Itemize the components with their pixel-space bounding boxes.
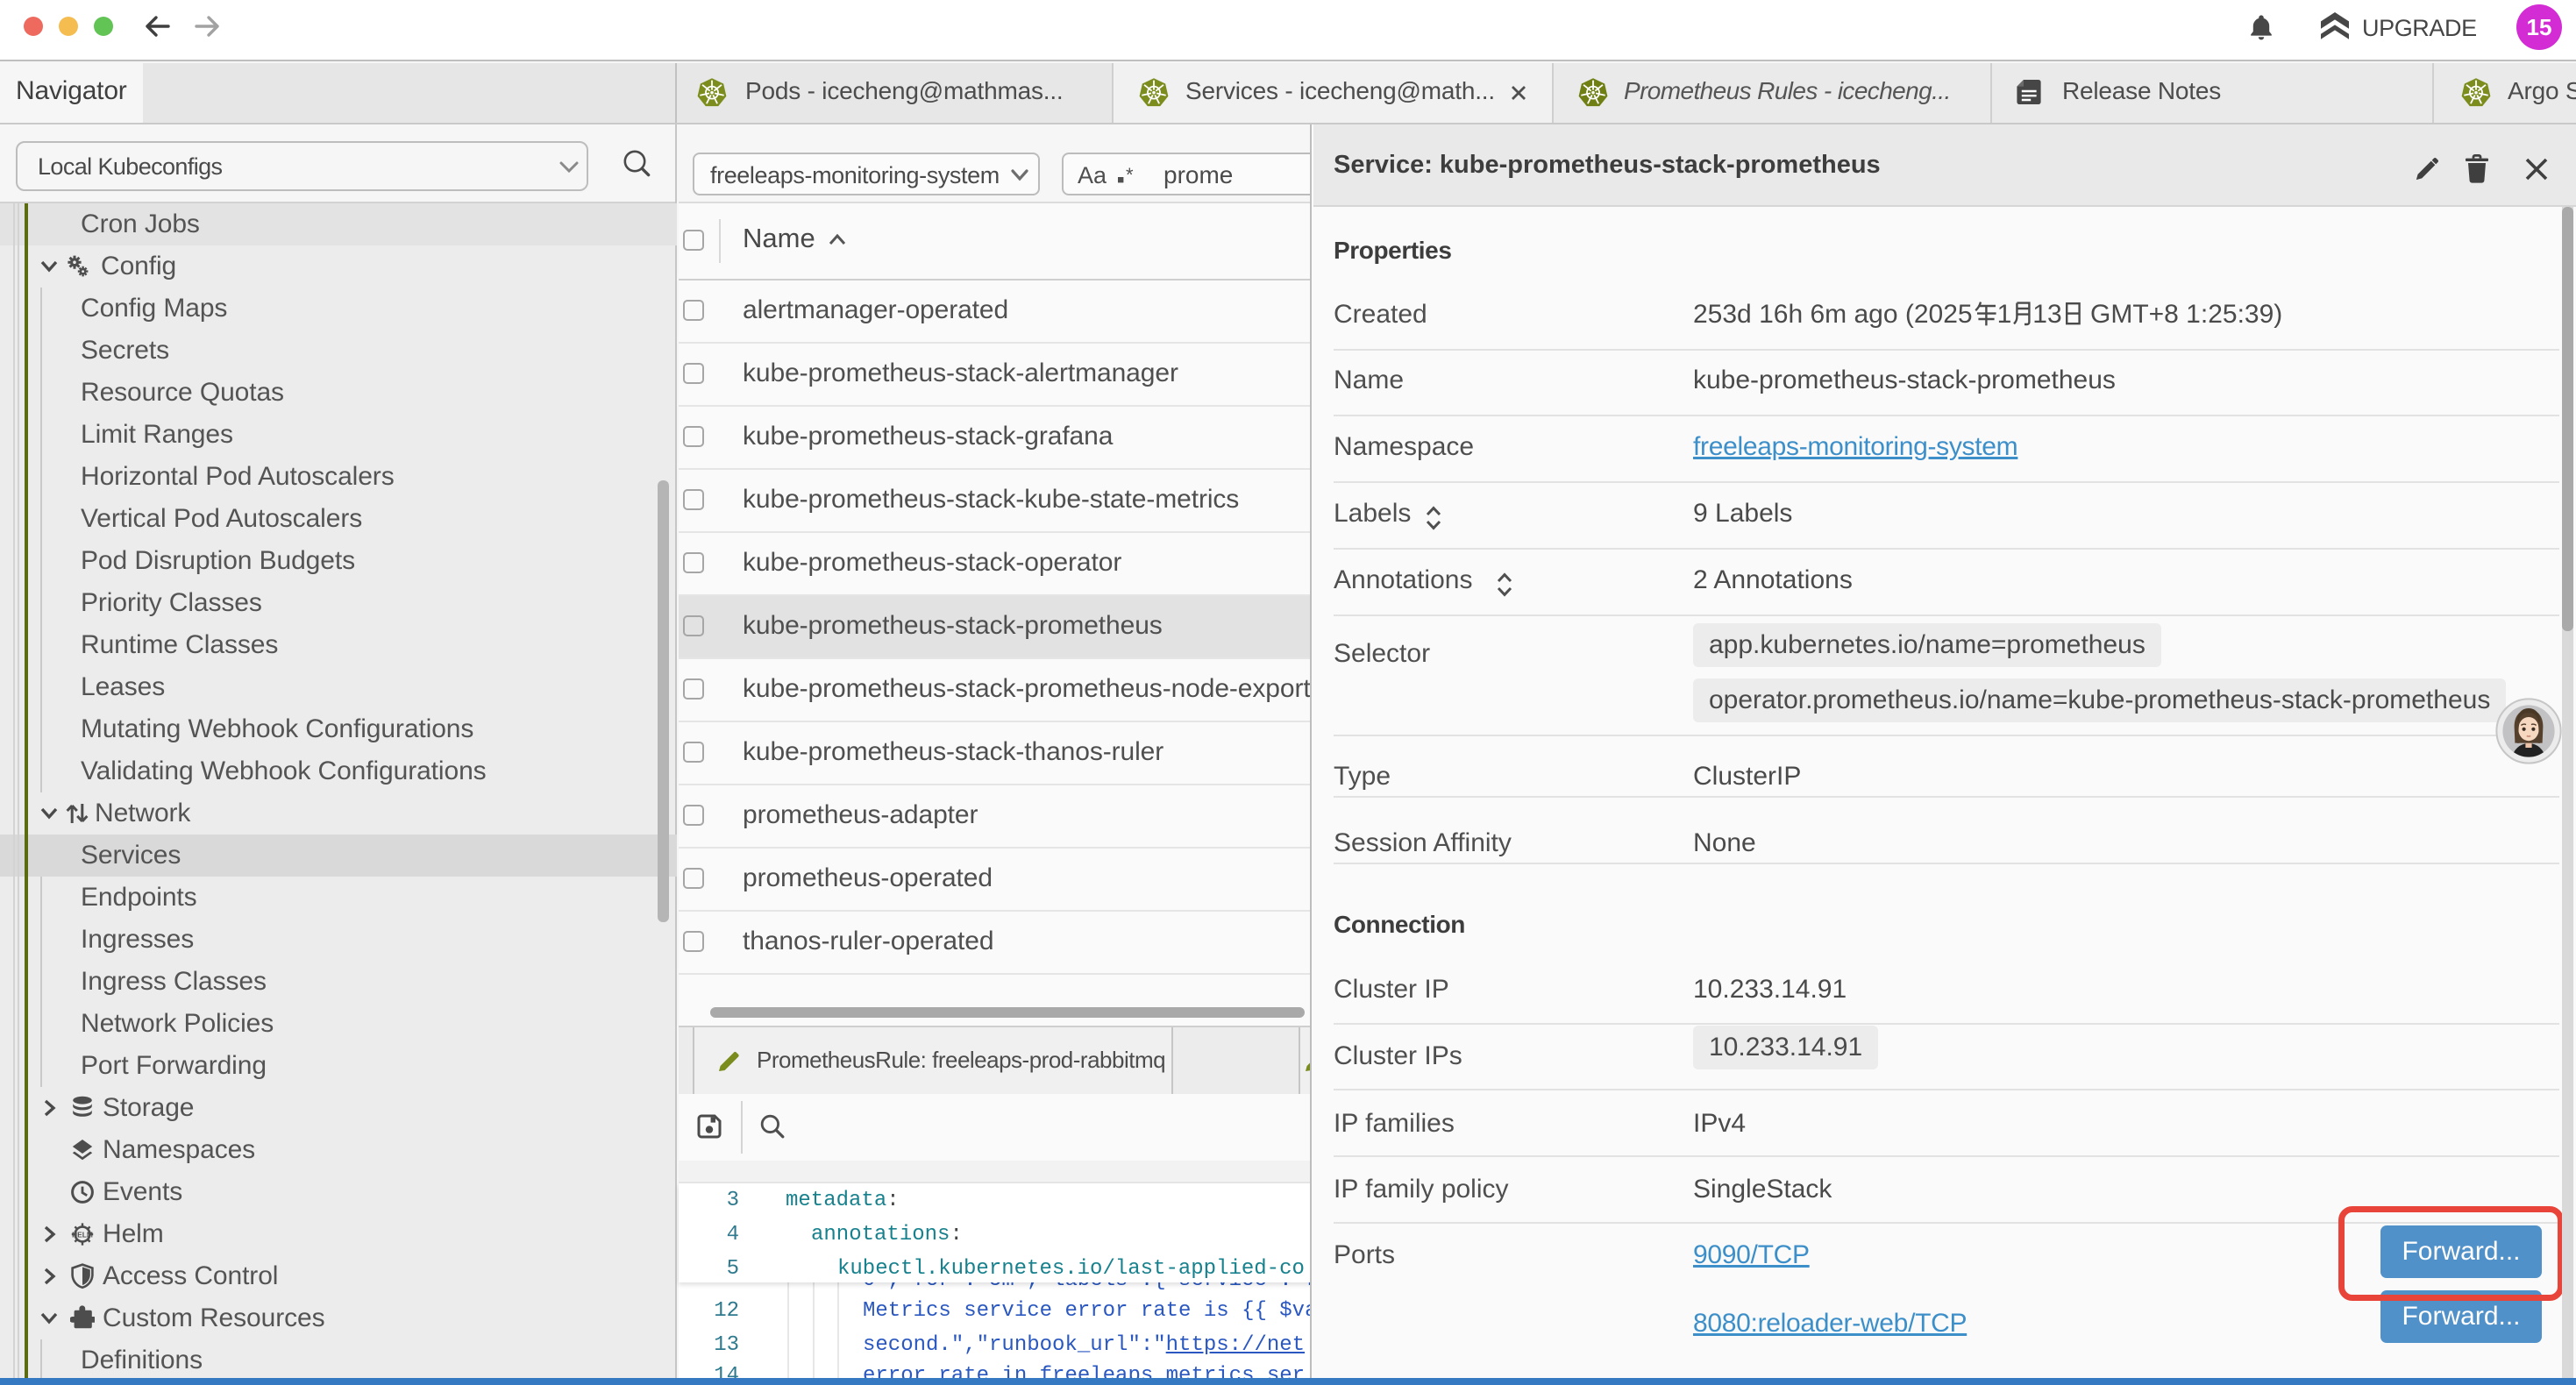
svg-text:HELM: HELM	[72, 1231, 93, 1239]
svg-text:*: *	[1126, 165, 1134, 186]
